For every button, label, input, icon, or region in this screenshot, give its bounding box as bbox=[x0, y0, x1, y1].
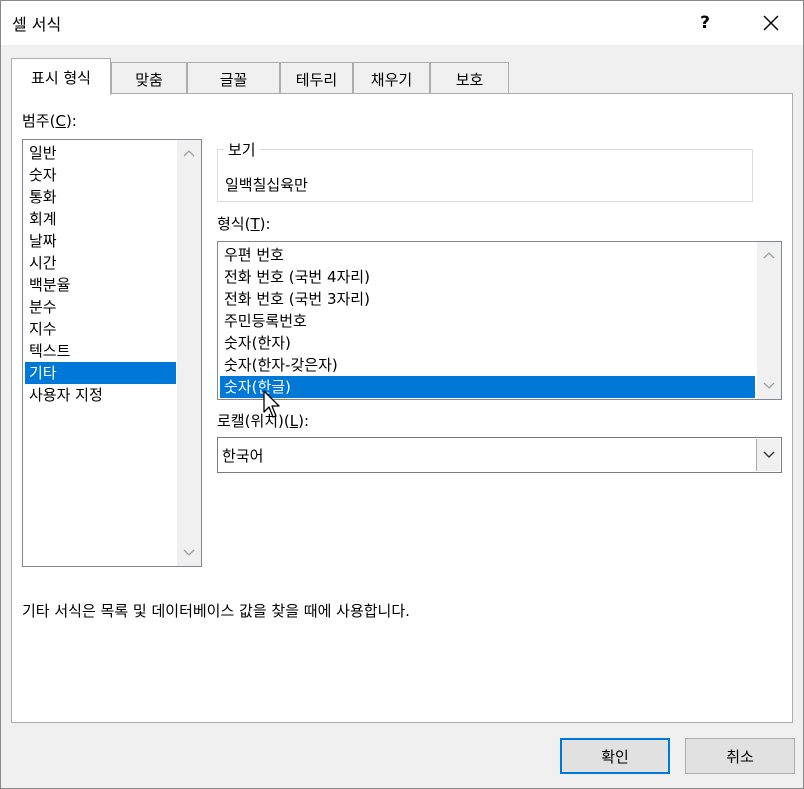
tab-font[interactable]: 글꼴 bbox=[187, 62, 280, 95]
category-item-fraction[interactable]: 분수 bbox=[25, 296, 176, 318]
category-item-text[interactable]: 텍스트 bbox=[25, 340, 176, 362]
format-cells-dialog: 셀 서식 ? 표시 형식 맞춤 글꼴 테두리 채우기 보호 범주(C): 일반 … bbox=[0, 0, 804, 789]
type-item-phone-4digit[interactable]: 전화 번호 (국번 4자리) bbox=[220, 266, 755, 288]
type-item-number-hangul[interactable]: 숫자(한글) bbox=[220, 376, 755, 398]
category-item-custom[interactable]: 사용자 지정 bbox=[25, 384, 176, 406]
scroll-down-arrow[interactable] bbox=[177, 542, 201, 564]
close-icon bbox=[763, 15, 779, 31]
tab-strip: 표시 형식 맞춤 글꼴 테두리 채우기 보호 bbox=[11, 58, 801, 95]
tab-fill[interactable]: 채우기 bbox=[353, 62, 430, 95]
ok-button[interactable]: 확인 bbox=[560, 738, 670, 774]
locale-dropdown-button[interactable] bbox=[756, 439, 780, 471]
type-item-resident-number[interactable]: 주민등록번호 bbox=[220, 310, 755, 332]
category-list[interactable]: 일반 숫자 통화 회계 날짜 시간 백분율 분수 지수 텍스트 기타 사용자 지… bbox=[22, 139, 202, 567]
category-item-accounting[interactable]: 회계 bbox=[25, 208, 176, 230]
tab-alignment[interactable]: 맞춤 bbox=[111, 62, 187, 95]
scroll-up-arrow[interactable] bbox=[177, 142, 201, 164]
chevron-up-icon bbox=[183, 150, 195, 157]
chevron-down-icon bbox=[763, 451, 774, 458]
title-bar: 셀 서식 ? bbox=[1, 1, 803, 45]
format-type-scrollbar[interactable] bbox=[757, 242, 781, 399]
format-type-list[interactable]: 우편 번호 전화 번호 (국번 4자리) 전화 번호 (국번 3자리) 주민등록… bbox=[217, 241, 782, 400]
format-type-label: 형식(T): bbox=[217, 215, 271, 233]
category-item-special[interactable]: 기타 bbox=[25, 362, 176, 384]
sample-value: 일백칠십육만 bbox=[225, 176, 308, 194]
scroll-up-arrow[interactable] bbox=[757, 244, 781, 266]
number-format-panel: 범주(C): 일반 숫자 통화 회계 날짜 시간 백분율 분수 지수 텍스트 기… bbox=[11, 93, 793, 723]
sample-label: 보기 bbox=[224, 139, 260, 160]
help-icon: ? bbox=[700, 13, 710, 33]
tab-number[interactable]: 표시 형식 bbox=[11, 58, 111, 95]
category-item-general[interactable]: 일반 bbox=[25, 142, 176, 164]
category-item-currency[interactable]: 통화 bbox=[25, 186, 176, 208]
type-item-zip-code[interactable]: 우편 번호 bbox=[220, 244, 755, 266]
type-item-number-hanja-formal[interactable]: 숫자(한자-갖은자) bbox=[220, 354, 755, 376]
category-item-time[interactable]: 시간 bbox=[25, 252, 176, 274]
mouse-cursor-icon bbox=[263, 390, 280, 418]
locale-value: 한국어 bbox=[222, 447, 264, 465]
category-scrollbar[interactable] bbox=[177, 140, 201, 566]
category-item-number[interactable]: 숫자 bbox=[25, 164, 176, 186]
cancel-button[interactable]: 취소 bbox=[685, 738, 795, 774]
tab-border[interactable]: 테두리 bbox=[280, 62, 353, 95]
locale-select[interactable]: 한국어 bbox=[217, 437, 782, 473]
help-button[interactable]: ? bbox=[685, 5, 725, 41]
chevron-down-icon bbox=[763, 382, 775, 389]
category-description: 기타 서식은 목록 및 데이터베이스 값을 찾을 때에 사용합니다. bbox=[22, 602, 410, 620]
type-item-number-hanja[interactable]: 숫자(한자) bbox=[220, 332, 755, 354]
category-item-date[interactable]: 날짜 bbox=[25, 230, 176, 252]
type-item-phone-3digit[interactable]: 전화 번호 (국번 3자리) bbox=[220, 288, 755, 310]
category-label: 범주(C): bbox=[22, 112, 77, 130]
close-button[interactable] bbox=[749, 5, 793, 41]
scroll-down-arrow[interactable] bbox=[757, 375, 781, 397]
category-item-percentage[interactable]: 백분율 bbox=[25, 274, 176, 296]
chevron-up-icon bbox=[763, 252, 775, 259]
chevron-down-icon bbox=[183, 549, 195, 556]
category-item-scientific[interactable]: 지수 bbox=[25, 318, 176, 340]
tab-protection[interactable]: 보호 bbox=[430, 62, 509, 95]
dialog-title: 셀 서식 bbox=[12, 15, 62, 34]
